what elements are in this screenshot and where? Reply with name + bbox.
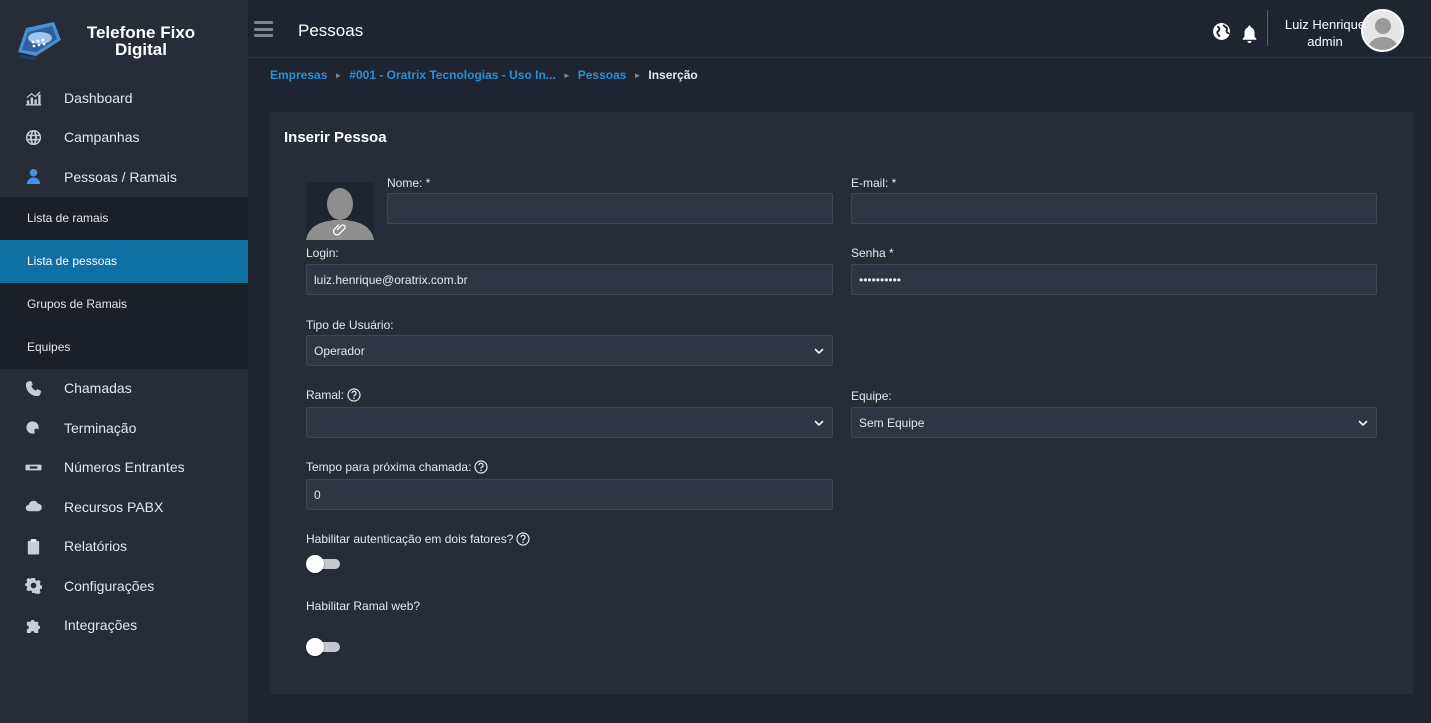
- sidebar-item-label: Pessoas / Ramais: [64, 168, 177, 185]
- email-input[interactable]: [851, 193, 1377, 224]
- breadcrumb: Empresas ► #001 - Oratrix Tecnologias - …: [270, 68, 698, 82]
- toggle-knob: [306, 555, 324, 573]
- sidebar-nav: Dashboard Campanhas Pessoas / Ramais Lis…: [0, 78, 248, 645]
- equipe-select[interactable]: Sem Equipe: [851, 407, 1377, 438]
- sidebar-item-label: Terminação: [64, 419, 137, 436]
- sidebar-item-label: Integrações: [64, 617, 138, 634]
- sidebar-item-label: Recursos PABX: [64, 498, 164, 515]
- topbar: Pessoas Luiz Henrique admin: [248, 0, 1431, 58]
- sidebar-item-terminacao[interactable]: Terminação: [0, 408, 248, 448]
- globe-icon[interactable]: [1212, 22, 1231, 41]
- card-title: Inserir Pessoa: [284, 129, 387, 146]
- chevron-down-icon: [1358, 419, 1368, 426]
- tipo-usuario-select[interactable]: Operador: [306, 335, 833, 366]
- puzzle-icon: [24, 616, 42, 634]
- tempo-input[interactable]: 0: [306, 479, 833, 510]
- breadcrumb-separator-icon: ►: [562, 70, 571, 80]
- twofa-label-group: Habilitar autenticação em dois fatores?: [306, 532, 531, 546]
- sidebar-item-label: Chamadas: [64, 380, 132, 397]
- gear-icon: [24, 577, 42, 595]
- subnav-item-lista-de-pessoas[interactable]: Lista de pessoas: [0, 239, 248, 283]
- sidebar-item-relatorios[interactable]: Relatórios: [0, 527, 248, 567]
- help-icon[interactable]: [347, 388, 361, 402]
- login-label: Login:: [306, 246, 339, 260]
- user-avatar-icon: [1367, 18, 1399, 50]
- globe-icon: [24, 128, 42, 146]
- toggle-knob: [306, 638, 324, 656]
- ramal-select[interactable]: [306, 407, 833, 438]
- tipo-usuario-label: Tipo de Usuário:: [306, 318, 394, 332]
- cloud-icon: [24, 498, 42, 516]
- sidebar-item-label: Campanhas: [64, 129, 140, 146]
- chevron-down-icon: [814, 419, 824, 426]
- login-input[interactable]: luiz.henrique@oratrix.com.br: [306, 264, 833, 295]
- chart-icon: [24, 89, 42, 107]
- sidebar-item-recursos-pabx[interactable]: Recursos PABX: [0, 487, 248, 527]
- ramal-label-group: Ramal:: [306, 388, 361, 402]
- twofa-label: Habilitar autenticação em dois fatores?: [306, 532, 514, 546]
- photo-upload[interactable]: [306, 182, 374, 240]
- ramalweb-toggle[interactable]: [306, 638, 340, 656]
- sidebar-item-label: Relatórios: [64, 538, 128, 555]
- phone-icon: [24, 379, 42, 397]
- nome-label: Nome: *: [387, 176, 431, 190]
- ramalweb-label: Habilitar Ramal web?: [306, 599, 421, 613]
- app-title-line1: Telefone Fixo: [86, 23, 196, 42]
- avatar[interactable]: [1361, 9, 1404, 52]
- help-icon[interactable]: [516, 532, 531, 546]
- phone-logo-icon: [18, 22, 61, 60]
- breadcrumb-separator-icon: ►: [633, 70, 642, 80]
- subnav-item-grupos-de-ramais[interactable]: Grupos de Ramais: [0, 283, 248, 326]
- senha-label: Senha *: [851, 246, 894, 260]
- breadcrumb-empresa[interactable]: #001 - Oratrix Tecnologias - Uso In...: [349, 68, 556, 82]
- sidebar-item-pessoas-ramais[interactable]: Pessoas / Ramais: [0, 157, 248, 197]
- insert-person-card: Inserir Pessoa Nome: * E-mail: * Login: …: [270, 112, 1413, 694]
- sidebar-item-label: Números Entrantes: [64, 459, 185, 476]
- breadcrumb-current: Inserção: [648, 68, 698, 82]
- topbar-divider: [1267, 10, 1268, 46]
- tipo-usuario-value: Operador: [314, 343, 365, 358]
- sidebar-item-campanhas[interactable]: Campanhas: [0, 118, 248, 158]
- help-icon[interactable]: [474, 460, 489, 474]
- ramal-label: Ramal:: [306, 388, 345, 402]
- clipboard-icon: [24, 537, 42, 555]
- sidebar-subnav: Lista de ramais Lista de pessoas Grupos …: [0, 196, 248, 369]
- email-label: E-mail: *: [851, 176, 897, 190]
- breadcrumb-separator-icon: ►: [334, 70, 343, 80]
- bell-icon[interactable]: [1241, 24, 1258, 44]
- paperclip-icon: [333, 224, 346, 236]
- nome-input[interactable]: [387, 193, 833, 224]
- globe-phone-icon: [24, 419, 42, 437]
- sip-card-icon: [24, 458, 42, 476]
- subnav-item-equipes[interactable]: Equipes: [0, 326, 248, 369]
- equipe-label: Equipe:: [851, 389, 892, 403]
- sidebar-item-label: Configurações: [64, 577, 155, 594]
- sidebar-item-numeros-entrantes[interactable]: Números Entrantes: [0, 448, 248, 488]
- page-title: Pessoas: [298, 21, 364, 40]
- sidebar-item-integracoes[interactable]: Integrações: [0, 606, 248, 646]
- app-title: Telefone Fixo Digital: [66, 24, 216, 58]
- sidebar: Telefone Fixo Digital Dashboard Campanha…: [0, 0, 248, 723]
- sidebar-item-label: Dashboard: [64, 89, 133, 106]
- sidebar-item-chamadas[interactable]: Chamadas: [0, 369, 248, 409]
- menu-toggle-icon[interactable]: [254, 21, 273, 37]
- breadcrumb-empresas[interactable]: Empresas: [270, 68, 327, 82]
- person-icon: [24, 168, 42, 186]
- app-logo[interactable]: Telefone Fixo Digital: [14, 14, 234, 64]
- breadcrumb-pessoas[interactable]: Pessoas: [578, 68, 627, 82]
- twofa-toggle[interactable]: [306, 555, 340, 573]
- app-title-line2: Digital: [115, 40, 167, 59]
- chevron-down-icon: [814, 347, 824, 354]
- tempo-label: Tempo para próxima chamada:: [306, 460, 472, 474]
- tempo-label-group: Tempo para próxima chamada:: [306, 460, 489, 474]
- senha-input[interactable]: ••••••••••: [851, 264, 1377, 295]
- sidebar-item-configuracoes[interactable]: Configurações: [0, 566, 248, 606]
- sidebar-item-dashboard[interactable]: Dashboard: [0, 78, 248, 118]
- subnav-item-lista-de-ramais[interactable]: Lista de ramais: [0, 197, 248, 240]
- equipe-value: Sem Equipe: [859, 415, 925, 430]
